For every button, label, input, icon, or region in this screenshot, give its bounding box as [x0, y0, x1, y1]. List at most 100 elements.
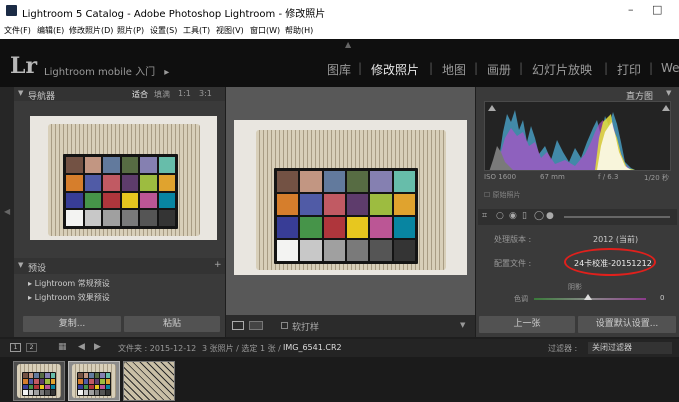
checker-patch-7 — [23, 378, 28, 384]
zoom-fill[interactable]: 填满 — [154, 89, 170, 100]
checker-patch-14 — [84, 192, 101, 209]
checker-patch-15 — [323, 217, 345, 238]
window-title-bar: Lightroom 5 Catalog - Adobe Photoshop Li… — [0, 0, 679, 22]
preset-folder-general[interactable]: ▸ Lightroom 常规预设 — [28, 278, 110, 289]
checker-patch-6 — [158, 157, 175, 173]
tint-slider-thumb[interactable] — [584, 294, 592, 300]
menu-window[interactable]: 窗口(W) — [250, 25, 280, 36]
filmstrip-thumbnail-3[interactable] — [123, 361, 175, 401]
module-print[interactable]: 打印 — [617, 61, 641, 78]
image-canvas[interactable] — [226, 87, 475, 315]
checker-patch-1 — [78, 373, 83, 378]
zoom-fit[interactable]: 适合 — [132, 89, 148, 100]
checker-patch-23 — [140, 210, 157, 226]
collapse-arrow-icon[interactable]: ▲ — [345, 40, 351, 49]
menu-settings[interactable]: 设置(S) — [150, 25, 177, 36]
loupe-view-icon[interactable] — [232, 321, 244, 330]
copy-button[interactable]: 复制... — [23, 316, 121, 332]
paste-button[interactable]: 粘贴 — [124, 316, 220, 332]
navigator-header[interactable]: ▼ 导航器 适合 填满 1:1 3:1 — [14, 87, 225, 102]
menu-edit[interactable]: 编辑(E) — [37, 25, 64, 36]
crop-icon[interactable]: ⌗ — [482, 211, 487, 221]
navigator-preview[interactable] — [30, 116, 217, 240]
back-arrow-icon[interactable]: ◀ — [78, 342, 85, 352]
triangle-right-icon: ▸ — [28, 293, 33, 302]
page-1-button[interactable]: 1 — [10, 343, 21, 352]
filmstrip-bar: 1 2 ▦ ◀ ▶ 文件夹 : 2015-12-12 3 张照片 / 选定 1 … — [0, 339, 679, 357]
tool-slider[interactable] — [564, 216, 670, 218]
toolbar-menu-icon[interactable]: ▼ — [460, 321, 465, 329]
original-photo-toggle[interactable]: ☐ 原始照片 — [484, 190, 521, 200]
radial-filter-icon[interactable]: ◯ — [534, 211, 544, 221]
main-photo[interactable] — [234, 120, 467, 275]
left-edge-strip[interactable]: ◀ — [0, 87, 14, 337]
navigator-title: 导航器 — [28, 92, 56, 102]
filmstrip-thumbnail-1[interactable] — [13, 361, 65, 401]
filename: IMG_6541.CR2 — [283, 343, 342, 352]
checker-patch-17 — [45, 384, 50, 390]
filter-dropdown[interactable]: 关闭过滤器 — [588, 342, 672, 354]
histogram-collapse-icon[interactable]: ▼ — [666, 89, 671, 97]
minimize-icon[interactable]: – — [628, 3, 634, 16]
module-web[interactable]: We — [661, 61, 679, 75]
checker-patch-20 — [28, 390, 33, 395]
page-2-button[interactable]: 2 — [26, 343, 37, 352]
menu-help[interactable]: 帮助(H) — [285, 25, 313, 36]
checker-patch-16 — [94, 384, 99, 390]
focal-length: 67 mm — [540, 173, 565, 181]
filmstrip-thumbnail-2[interactable] — [68, 361, 120, 401]
menu-view[interactable]: 视图(V) — [216, 25, 244, 36]
lightroom-mobile-link[interactable]: Lightroom mobile 入门 ▸ — [44, 63, 169, 78]
checker-patch-15 — [103, 192, 120, 209]
checker-patch-5 — [100, 373, 105, 378]
checker-patch-11 — [370, 194, 392, 215]
module-map[interactable]: 地图 — [442, 61, 466, 78]
checker-patch-14 — [300, 217, 322, 238]
preset-folder-label: Lightroom 常规预设 — [34, 279, 110, 288]
spot-removal-icon[interactable]: ○ — [496, 211, 504, 221]
checker-patch-11 — [45, 378, 50, 384]
zoom-3-1[interactable]: 3:1 — [199, 89, 212, 98]
soft-proof-checkbox[interactable] — [281, 322, 288, 329]
reset-button[interactable]: 设置默认设置... — [578, 316, 676, 333]
module-slideshow[interactable]: 幻灯片放映 — [532, 61, 592, 78]
module-develop[interactable]: 修改照片 — [371, 61, 419, 78]
shutter-speed: 1/20 秒 — [644, 174, 669, 182]
before-after-icon[interactable] — [249, 321, 263, 330]
graduated-filter-icon[interactable]: ▯ — [522, 211, 527, 221]
checker-patch-9 — [89, 378, 94, 384]
checker-patch-16 — [347, 217, 369, 238]
source-folder[interactable]: 文件夹 : 2015-12-12 — [118, 343, 196, 354]
preset-folder-effects[interactable]: ▸ Lightroom 效果预设 — [28, 292, 110, 303]
module-library[interactable]: 图库 — [327, 61, 351, 78]
checker-patch-2 — [84, 157, 101, 173]
preset-folder-label: Lightroom 效果预设 — [34, 293, 110, 302]
maximize-icon[interactable]: □ — [652, 3, 662, 16]
checker-patch-12 — [105, 378, 110, 384]
navigator-collapse-icon[interactable]: ▼ — [18, 89, 23, 97]
left-panel: ▼ 导航器 适合 填满 1:1 3:1 ▼ 预设 + ▸ Lightroom 常… — [14, 87, 225, 337]
redeye-icon[interactable]: ◉ — [509, 211, 517, 221]
left-panel-toggle-icon[interactable]: ◀ — [4, 207, 10, 216]
menu-file[interactable]: 文件(F) — [4, 25, 31, 36]
presets-header[interactable]: ▼ 预设 + — [14, 258, 225, 274]
zoom-1-1[interactable]: 1:1 — [178, 89, 191, 98]
presets-collapse-icon[interactable]: ▼ — [18, 261, 23, 269]
mobile-arrow-icon: ▸ — [164, 67, 170, 78]
grid-view-icon[interactable]: ▦ — [58, 342, 67, 352]
add-preset-icon[interactable]: + — [214, 260, 222, 270]
checker-patch-1 — [23, 373, 28, 378]
color-checker — [63, 154, 178, 229]
previous-button[interactable]: 上一张 — [479, 316, 575, 333]
module-book[interactable]: 画册 — [487, 61, 511, 78]
brush-icon[interactable]: ● — [546, 211, 554, 221]
menu-develop[interactable]: 修改照片(D) — [69, 25, 113, 36]
shadow-clipping-icon[interactable] — [488, 105, 496, 111]
forward-arrow-icon[interactable]: ▶ — [94, 342, 101, 352]
checker-patch-21 — [323, 240, 345, 261]
histogram[interactable] — [484, 101, 671, 171]
highlight-clipping-icon[interactable] — [662, 105, 670, 111]
menu-photo[interactable]: 照片(P) — [117, 25, 144, 36]
menu-tools[interactable]: 工具(T) — [183, 25, 210, 36]
process-version-dropdown[interactable]: 2012 (当前) — [593, 234, 638, 245]
